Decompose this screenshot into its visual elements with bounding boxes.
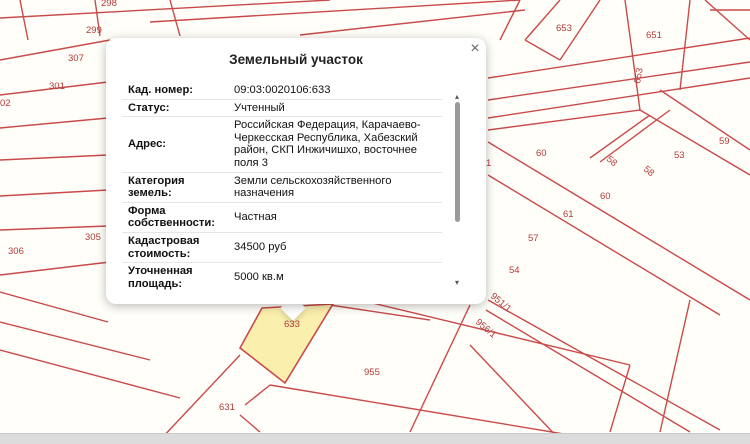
parcel-info-popup: Земельный участок × Кад. номер: 09:03:00… <box>106 38 486 304</box>
scrollbar-thumb[interactable] <box>455 102 460 222</box>
property-value: Российская Федерация, Карачаево-Черкесск… <box>228 116 442 173</box>
plot-label: 59 <box>719 136 730 147</box>
plot-label: 653 <box>632 67 646 85</box>
property-row: Категория земель: Земли сельскохозяйстве… <box>122 172 442 203</box>
property-key: Кадастровая стоимость: <box>122 232 228 264</box>
plot-label: 58 <box>604 154 619 169</box>
property-value: 5000 кв.м <box>228 262 442 290</box>
scroll-down-icon[interactable]: ▾ <box>452 278 462 288</box>
property-row: Уточненная площадь: 5000 кв.м <box>122 262 442 290</box>
map-bottom-bar <box>0 433 750 444</box>
plot-label: 955 <box>364 367 380 378</box>
plot-label: 60 <box>536 148 547 159</box>
property-value: 09:03:0020106:633 <box>228 82 442 100</box>
property-row: Форма собственности: Частная <box>122 202 442 233</box>
property-key: Форма собственности: <box>122 202 228 233</box>
property-row: Кад. номер: 09:03:0020106:633 <box>122 82 442 100</box>
property-value: Земли сельскохозяйственного назначения <box>228 172 442 203</box>
property-key: Уточненная площадь: <box>122 262 228 290</box>
property-key: Статус: <box>122 99 228 118</box>
plot-label: 301 <box>49 81 65 92</box>
popup-title: Земельный участок <box>229 52 363 67</box>
property-value: Учтенный <box>228 99 442 118</box>
popup-content[interactable]: Кад. номер: 09:03:0020106:633 Статус: Уч… <box>122 82 464 290</box>
property-key: Категория земель: <box>122 172 228 203</box>
scroll-up-icon[interactable]: ▴ <box>452 92 462 102</box>
plot-label: 307 <box>68 53 84 64</box>
plot-label: 298 <box>101 0 117 9</box>
plot-label: 54 <box>509 265 520 276</box>
plot-label: 02 <box>0 98 11 109</box>
property-key: Адрес: <box>122 116 228 173</box>
plot-label: 58 <box>641 164 656 179</box>
plot-label: 60 <box>600 191 611 202</box>
plot-label: 653 <box>556 23 572 34</box>
plot-label: 1 <box>486 158 491 169</box>
property-value: 34500 руб <box>228 232 442 264</box>
plot-label: 651 <box>646 30 662 41</box>
plot-label: 53 <box>674 150 685 161</box>
property-row: Кадастровая стоимость: 34500 руб <box>122 232 442 264</box>
property-value: Частная <box>228 202 442 233</box>
property-key: Кад. номер: <box>122 82 228 100</box>
property-row: Адрес: Российская Федерация, Карачаево-Ч… <box>122 116 442 173</box>
plot-label: 306 <box>8 246 24 257</box>
popup-scrollbar[interactable]: ▴ ▾ <box>452 92 462 288</box>
plot-label: 61 <box>563 209 574 220</box>
selected-parcel-633[interactable] <box>238 303 335 385</box>
property-row: Статус: Учтенный <box>122 99 442 118</box>
plot-label: 305 <box>85 232 101 243</box>
parcel-properties-table: Кад. номер: 09:03:0020106:633 Статус: Уч… <box>122 82 442 290</box>
plot-label: 57 <box>528 233 539 244</box>
close-icon[interactable]: × <box>466 40 484 58</box>
plot-label: 299 <box>86 25 102 36</box>
plot-label: 631 <box>219 402 235 413</box>
